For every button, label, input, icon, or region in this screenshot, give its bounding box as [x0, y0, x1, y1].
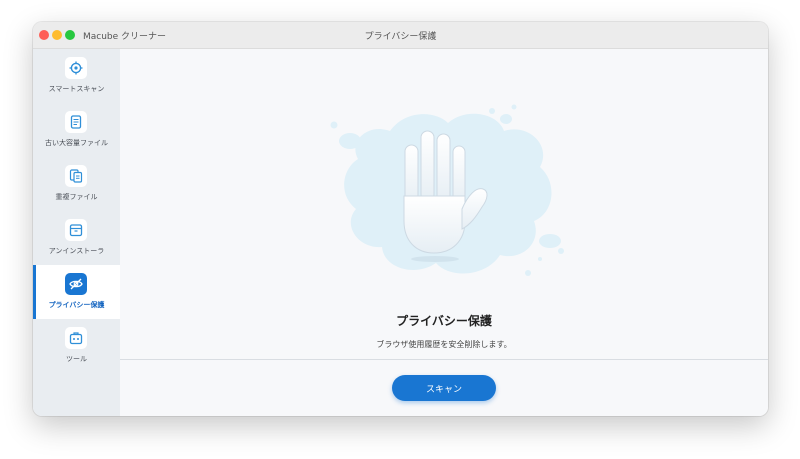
eye-slash-icon: [65, 273, 87, 295]
scan-button[interactable]: スキャン: [392, 375, 496, 401]
main-panel: プライバシー保護 ブラウザ使用履歴を安全削除します。 スキャン: [120, 49, 768, 416]
title-bar: Macube クリーナー プライバシー保護: [33, 22, 768, 49]
sidebar-item-tools[interactable]: ツール: [33, 319, 120, 373]
page-heading: プライバシー保護: [396, 314, 492, 328]
app-window: Macube クリーナー プライバシー保護 スマートスキャン 古い大容量ファイル…: [33, 22, 768, 416]
sidebar-item-duplicate-files[interactable]: 重複ファイル: [33, 157, 120, 211]
sidebar-item-label: ツール: [66, 355, 87, 363]
sidebar-item-privacy[interactable]: プライバシー保護: [33, 265, 120, 319]
divider: [120, 359, 768, 360]
duplicate-files-icon: [65, 165, 87, 187]
raised-hand-icon: [330, 104, 564, 276]
sidebar-item-label: スマートスキャン: [48, 85, 105, 93]
sidebar-item-label: アンインストーラ: [48, 247, 105, 255]
target-icon: [65, 57, 87, 79]
toolbox-icon: [65, 327, 87, 349]
sidebar-item-large-files[interactable]: 古い大容量ファイル: [33, 103, 120, 157]
box-icon: [65, 219, 87, 241]
window-title: プライバシー保護: [364, 32, 437, 42]
sidebar: スマートスキャン 古い大容量ファイル 重複ファイル アンインストーラ プライバシ…: [33, 49, 120, 416]
document-icon: [65, 111, 87, 133]
sidebar-item-label: 重複ファイル: [55, 193, 98, 201]
sidebar-item-label: プライバシー保護: [48, 301, 105, 309]
sidebar-item-uninstaller[interactable]: アンインストーラ: [33, 211, 120, 265]
sidebar-item-smart-scan[interactable]: スマートスキャン: [33, 49, 120, 103]
sidebar-item-label: 古い大容量ファイル: [45, 139, 108, 147]
page-description: ブラウザ使用履歴を安全削除します。: [376, 340, 512, 349]
